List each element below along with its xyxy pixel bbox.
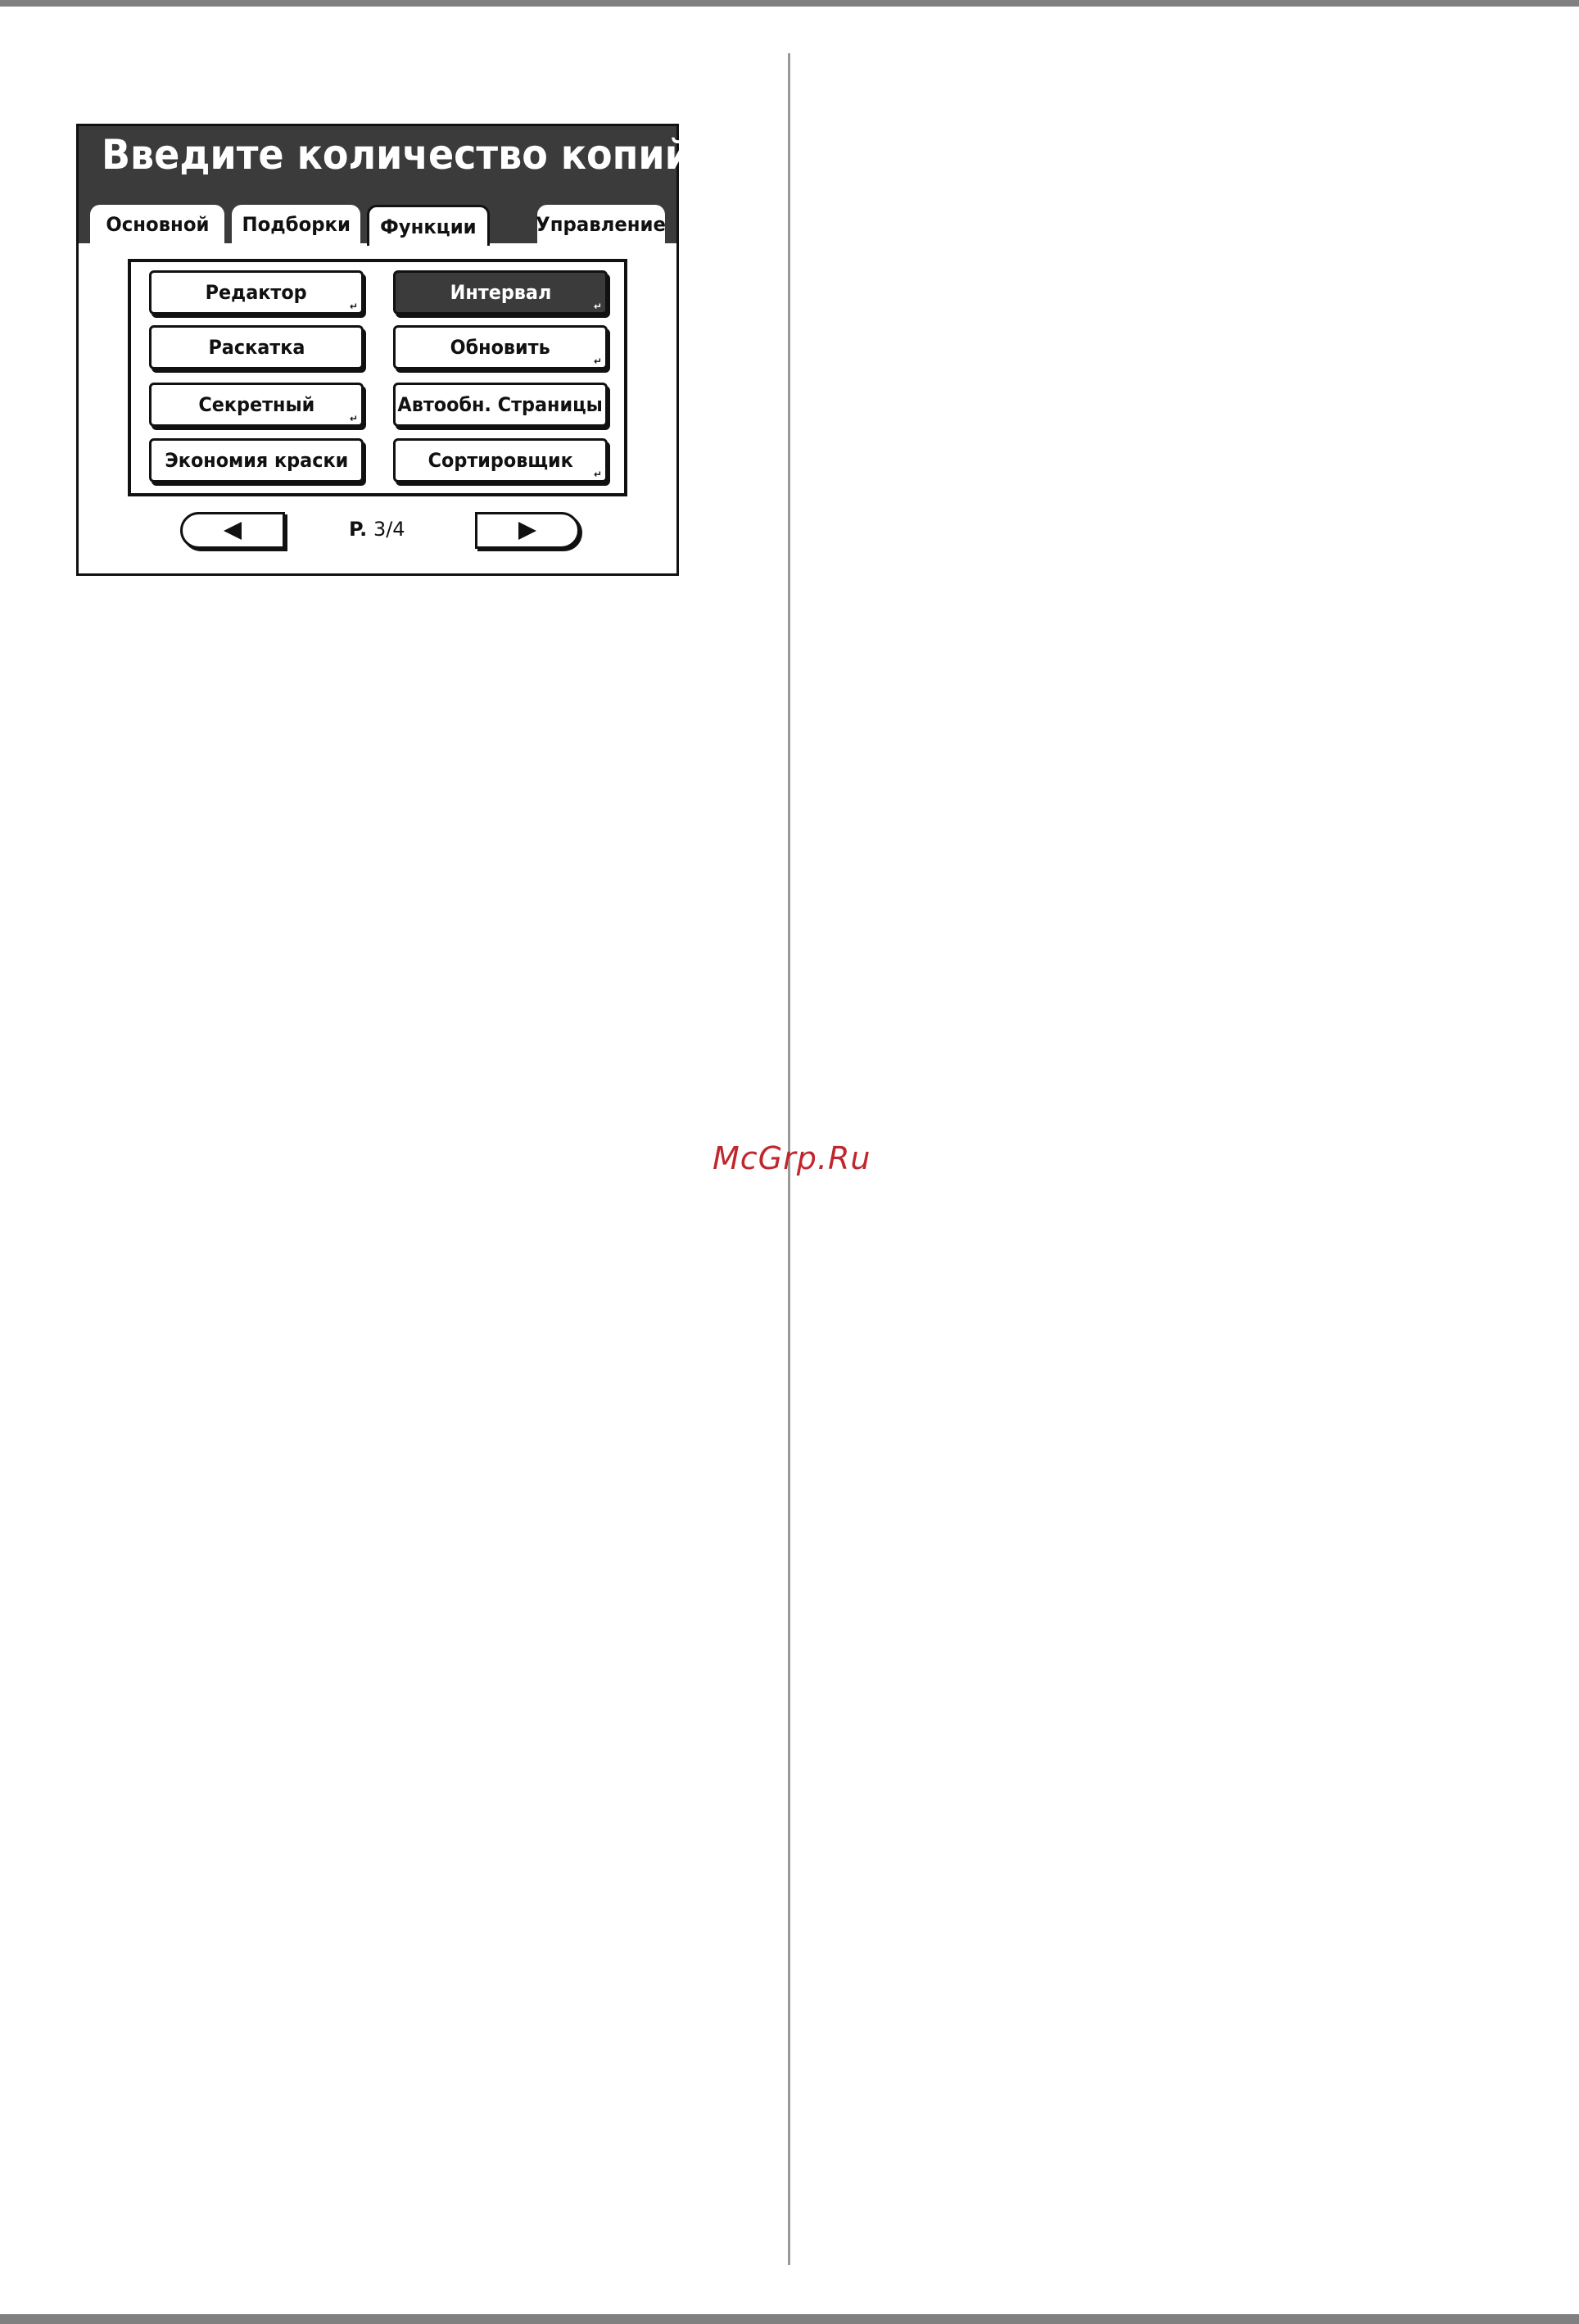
tab-admin[interactable]: Управление bbox=[536, 205, 667, 243]
submenu-icon: ↵ bbox=[349, 413, 358, 424]
interval-button[interactable]: Интервал ↵ bbox=[393, 270, 608, 315]
triangle-right-icon bbox=[518, 521, 536, 540]
submenu-icon: ↵ bbox=[593, 301, 602, 312]
page-bottom-bar bbox=[0, 2314, 1579, 2324]
rolling-button[interactable]: Раскатка bbox=[149, 325, 364, 369]
sorter-button-label: Сортировщик bbox=[428, 449, 573, 472]
submenu-icon: ↵ bbox=[593, 356, 602, 367]
editor-button-label: Редактор bbox=[206, 281, 307, 304]
submenu-icon: ↵ bbox=[349, 301, 358, 312]
tab-selections-label: Подборки bbox=[242, 212, 351, 236]
refresh-button[interactable]: Обновить ↵ bbox=[393, 325, 608, 369]
sorter-button[interactable]: Сортировщик ↵ bbox=[393, 438, 608, 482]
panel-header: Введите количество копий Основной Подбор… bbox=[79, 126, 691, 246]
tab-basic[interactable]: Основной bbox=[90, 205, 224, 243]
page-indicator-prefix: P. bbox=[349, 518, 368, 541]
confidential-button[interactable]: Секретный ↵ bbox=[149, 383, 364, 427]
prev-page-button[interactable] bbox=[180, 512, 285, 549]
tab-selections[interactable]: Подборки bbox=[232, 205, 360, 243]
ink-saving-button[interactable]: Экономия краски bbox=[149, 438, 364, 482]
function-buttons-area: Редактор ↵ Интервал ↵ Раскатка Обновить … bbox=[128, 259, 627, 496]
tab-functions[interactable]: Функции bbox=[367, 205, 490, 246]
auto-page-refresh-button-label: Автообн. Страницы bbox=[397, 393, 604, 416]
confidential-button-label: Секретный bbox=[198, 393, 314, 416]
auto-page-refresh-button[interactable]: Автообн. Страницы bbox=[393, 383, 608, 427]
page-top-bar bbox=[0, 0, 1579, 7]
editor-button[interactable]: Редактор ↵ bbox=[149, 270, 364, 315]
rolling-button-label: Раскатка bbox=[207, 336, 305, 359]
ink-saving-button-label: Экономия краски bbox=[165, 449, 348, 472]
interval-button-label: Интервал bbox=[450, 281, 551, 304]
panel-title: Введите количество копий bbox=[102, 131, 691, 179]
watermark-text: McGrp.Ru bbox=[713, 1140, 871, 1176]
tab-admin-label: Управление bbox=[536, 212, 667, 236]
copies-panel: Введите количество копий Основной Подбор… bbox=[76, 124, 691, 576]
triangle-left-icon bbox=[224, 521, 242, 540]
tab-basic-label: Основной bbox=[105, 212, 210, 236]
submenu-icon: ↵ bbox=[593, 469, 602, 480]
next-page-button[interactable] bbox=[475, 512, 580, 549]
refresh-button-label: Обновить bbox=[450, 336, 551, 359]
tab-functions-label: Функции bbox=[380, 215, 477, 238]
page-indicator-value: 3/4 bbox=[373, 518, 405, 541]
page-indicator: P. 3/4 bbox=[349, 518, 405, 541]
